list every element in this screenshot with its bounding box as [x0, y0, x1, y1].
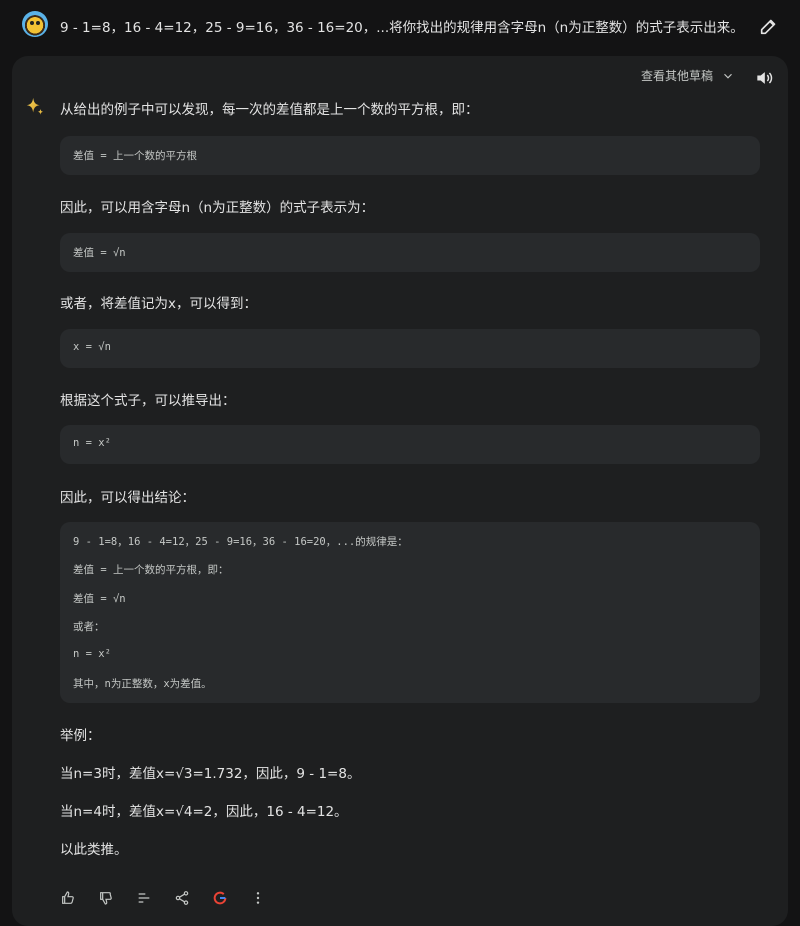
response-paragraph: 从给出的例子中可以发现，每一次的差值都是上一个数的平方根，即：	[60, 102, 479, 118]
response-paragraph: 或者，将差值记为x，可以得到：	[60, 296, 257, 312]
code-block: 差值 = 上一个数的平方根	[60, 136, 760, 175]
response-paragraph: 因此，可以得出结论：	[60, 490, 195, 506]
code-block: x = √n	[60, 329, 760, 368]
google-icon[interactable]	[212, 890, 228, 906]
modify-icon[interactable]	[136, 890, 152, 906]
view-drafts-button[interactable]: 查看其他草稿	[641, 67, 735, 84]
code-line: 9 - 1=8，16 - 4=12，25 - 9=16，36 - 16=20，.…	[73, 536, 408, 548]
code-line: 或者：	[73, 621, 105, 633]
view-drafts-label: 查看其他草稿	[641, 69, 714, 83]
response-paragraph: 举例：	[60, 728, 101, 744]
code-line: 差值 = √n	[73, 593, 126, 605]
action-bar	[60, 890, 266, 906]
code-line: 其中，n为正整数，x为差值。	[73, 678, 212, 690]
code-line: n = x²	[73, 437, 111, 449]
more-icon[interactable]	[250, 890, 266, 906]
code-block: n = x²	[60, 425, 760, 464]
sparkle-icon	[26, 97, 44, 115]
edit-icon[interactable]	[758, 15, 780, 37]
code-line: x = √n	[73, 341, 111, 353]
response-paragraph: 以此类推。	[60, 842, 128, 858]
speaker-icon[interactable]	[754, 68, 774, 88]
prompt-text: 9 - 1=8，16 - 4=12，25 - 9=16，36 - 16=20，.…	[60, 20, 744, 36]
response-paragraph: 当n=3时，差值x=√3=1.732，因此，9 - 1=8。	[60, 766, 361, 782]
response-paragraph: 当n=4时，差值x=√4=2，因此，16 - 4=12。	[60, 804, 348, 820]
response-paragraph: 因此，可以用含字母n（n为正整数）的式子表示为：	[60, 200, 375, 216]
share-icon[interactable]	[174, 890, 190, 906]
thumb-down-icon[interactable]	[98, 890, 114, 906]
code-line: 差值 = 上一个数的平方根	[73, 150, 197, 162]
avatar	[22, 11, 48, 37]
code-line: 差值 = √n	[73, 247, 126, 259]
code-line: n = x²	[73, 648, 111, 660]
response-paragraph: 根据这个式子，可以推导出：	[60, 393, 236, 409]
prompt-bar: 9 - 1=8，16 - 4=12，25 - 9=16，36 - 16=20，.…	[0, 0, 800, 54]
code-block: 9 - 1=8，16 - 4=12，25 - 9=16，36 - 16=20，.…	[60, 522, 760, 703]
code-block: 差值 = √n	[60, 233, 760, 272]
code-line: 差值 = 上一个数的平方根，即：	[73, 564, 229, 576]
thumb-up-icon[interactable]	[60, 890, 76, 906]
chevron-down-icon	[724, 73, 732, 79]
